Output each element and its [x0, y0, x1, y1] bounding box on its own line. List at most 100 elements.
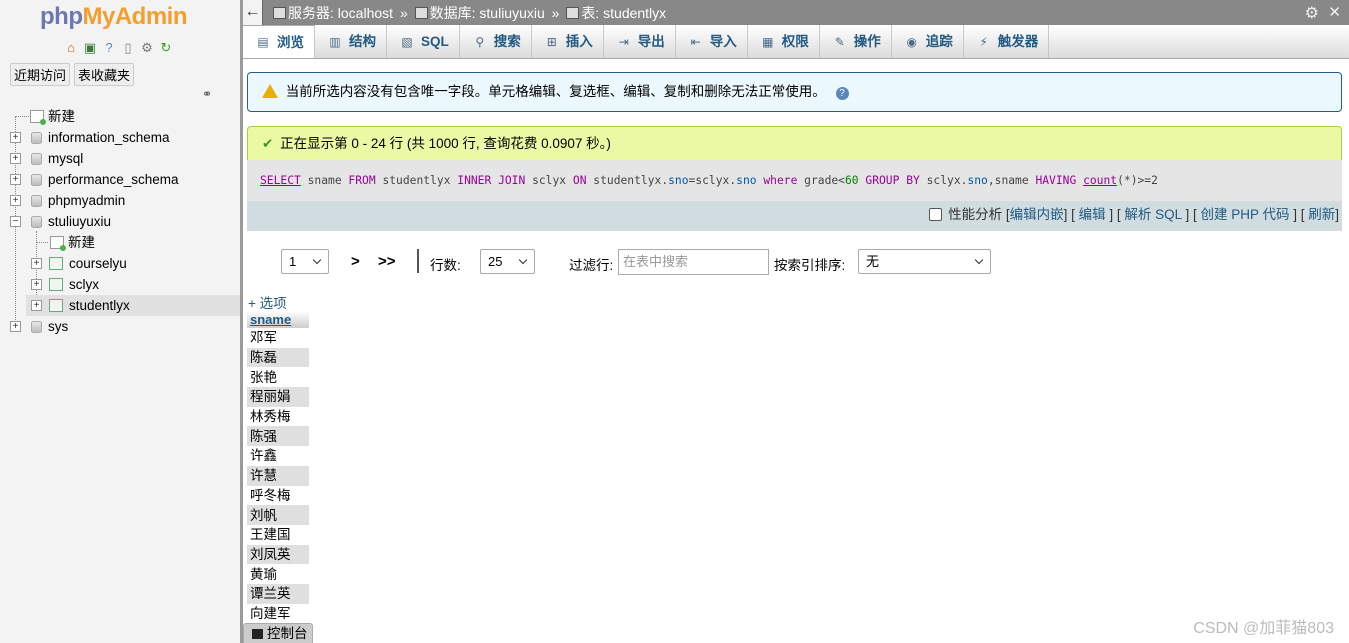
expand-icon[interactable]: +	[10, 321, 21, 332]
link-with-main-icon[interactable]: ⚭	[202, 87, 212, 101]
table-cell[interactable]: 黄瑜	[247, 564, 309, 584]
help-icon[interactable]: ?	[101, 40, 117, 56]
collapse-icon[interactable]: −	[10, 216, 21, 227]
tree-item-mysql[interactable]: + mysql	[0, 148, 240, 169]
table-row: 向建军	[247, 603, 309, 624]
column-header-sname[interactable]: sname	[247, 311, 309, 328]
table-cell[interactable]: 邓军	[247, 328, 309, 348]
tree-item-phpmyadmin[interactable]: + phpmyadmin	[0, 190, 240, 211]
table-cell[interactable]: 陈磊	[247, 347, 309, 368]
sql-query-display[interactable]: SELECT sname FROM studentlyx INNER JOIN …	[247, 160, 1342, 201]
table-icon	[49, 278, 63, 291]
create-php-code-link[interactable]: 创建 PHP 代码	[1200, 207, 1289, 222]
help-icon[interactable]: ?	[835, 87, 849, 100]
expand-icon[interactable]: +	[10, 195, 21, 206]
table-cell[interactable]: 呼冬梅	[247, 485, 309, 506]
tab-structure[interactable]: ▥ 结构	[315, 25, 387, 58]
database-icon	[31, 174, 42, 186]
tree-item-performance-schema[interactable]: + performance_schema	[0, 169, 240, 190]
edit-inline-link[interactable]: 编辑内嵌	[1010, 207, 1064, 222]
browse-icon: ▤	[257, 35, 269, 49]
database-icon	[31, 132, 42, 144]
success-message: ✔ 正在显示第 0 - 24 行 (共 1000 行, 查询花费 0.0907 …	[247, 126, 1342, 160]
table-cell[interactable]: 林秀梅	[247, 406, 309, 427]
expand-icon[interactable]: +	[10, 174, 21, 185]
tab-export[interactable]: ⇥ 导出	[604, 25, 676, 58]
table-cell[interactable]: 许慧	[247, 465, 309, 486]
sql-links-bar: 性能分析 [编辑内嵌] [ 编辑 ] [ 解析 SQL ] [ 创建 PHP 代…	[247, 201, 1342, 231]
last-page-button[interactable]: >>	[378, 253, 396, 270]
nav-icon-bar: ⌂ ▣ ? ▯ ⚙ ↻	[63, 40, 174, 56]
expand-icon[interactable]: +	[10, 153, 21, 164]
settings-gear-icon[interactable]: ⚙	[1305, 3, 1319, 23]
database-icon	[414, 7, 428, 19]
table-cell[interactable]: 陈强	[247, 426, 309, 447]
tab-insert[interactable]: ⊞ 插入	[532, 25, 604, 58]
phpmyadmin-logo[interactable]: phpMyAdmin	[40, 3, 187, 31]
tab-sql[interactable]: ▧ SQL	[387, 25, 460, 58]
tree-item-new-table[interactable]: 新建	[0, 232, 240, 253]
profiling-checkbox[interactable]	[929, 208, 943, 221]
tab-search[interactable]: ⚲ 搜索	[460, 25, 532, 58]
edit-link[interactable]: 编辑	[1079, 207, 1106, 222]
options-link[interactable]: + 选项	[248, 292, 287, 312]
results-table: sname 邓军 陈磊 张艳 程丽娟 林秀梅 陈强 许鑫 许慧 呼冬梅 刘帆 王…	[247, 311, 309, 624]
breadcrumb-server[interactable]: 服务器: localhost	[288, 5, 393, 21]
tab-operations[interactable]: ✎ 操作	[820, 25, 892, 58]
table-cell[interactable]: 张艳	[247, 367, 309, 388]
tree-item-stuliuyuxiu[interactable]: − stuliuyuxiu	[0, 211, 240, 232]
explain-sql-link[interactable]: 解析 SQL	[1124, 207, 1181, 222]
table-cell[interactable]: 程丽娟	[247, 387, 309, 407]
expand-icon[interactable]: +	[31, 300, 42, 311]
settings-gear-icon[interactable]: ⚙	[139, 40, 155, 56]
tab-privileges[interactable]: ▦ 权限	[748, 25, 820, 58]
reload-icon[interactable]: ↻	[158, 40, 174, 56]
table-row: 呼冬梅	[247, 485, 309, 506]
tab-browse[interactable]: ▤ 浏览	[243, 25, 315, 58]
tree-item-studentlyx[interactable]: + studentlyx	[26, 295, 240, 316]
checkmark-icon: ✔	[262, 136, 274, 151]
tree-item-information-schema[interactable]: + information_schema	[0, 127, 240, 148]
page-select[interactable]: 1	[281, 249, 329, 274]
close-icon[interactable]: ✕	[1328, 3, 1341, 21]
favorites-tab[interactable]: 表收藏夹	[74, 63, 135, 86]
table-cell[interactable]: 谭兰英	[247, 583, 309, 604]
rows-select[interactable]: 25	[480, 249, 535, 274]
table-row: 许鑫	[247, 446, 309, 466]
sort-by-key-select[interactable]: 无	[858, 249, 991, 274]
breadcrumb-table[interactable]: 表: studentlyx	[581, 5, 666, 21]
tab-tracking[interactable]: ◉ 追踪	[892, 25, 964, 58]
table-cell[interactable]: 王建国	[247, 524, 309, 545]
filter-rows-input[interactable]: 在表中搜索	[618, 249, 769, 275]
nav-resizer[interactable]	[240, 0, 243, 643]
expand-icon[interactable]: +	[31, 258, 42, 269]
home-icon[interactable]: ⌂	[63, 40, 79, 56]
table-row: 刘凤英	[247, 544, 309, 565]
table-cell[interactable]: 刘帆	[247, 505, 309, 525]
logout-icon[interactable]: ▣	[82, 40, 98, 56]
collapse-nav-button[interactable]: ←	[243, 0, 263, 25]
search-icon: ⚲	[475, 34, 485, 49]
table-row: 张艳	[247, 367, 309, 388]
next-page-button[interactable]: >	[351, 253, 360, 270]
console-toggle[interactable]: 控制台	[243, 623, 313, 643]
tree-item-sys[interactable]: + sys	[0, 316, 240, 337]
tree-item-new-db[interactable]: 新建	[0, 106, 240, 127]
tab-import[interactable]: ⇤ 导入	[676, 25, 748, 58]
database-icon	[31, 216, 42, 228]
refresh-link[interactable]: 刷新	[1308, 207, 1335, 222]
docs-icon[interactable]: ▯	[120, 40, 136, 56]
tracking-icon: ◉	[906, 34, 917, 49]
table-cell[interactable]: 刘凤英	[247, 544, 309, 565]
recent-tab[interactable]: 近期访问	[10, 63, 71, 86]
expand-icon[interactable]: +	[10, 132, 21, 143]
tab-triggers[interactable]: ⚡ 触发器	[964, 25, 1050, 58]
table-cell[interactable]: 许鑫	[247, 446, 309, 466]
breadcrumb-database[interactable]: 数据库: stuliuyuxiu	[430, 5, 545, 21]
table-cell[interactable]: 向建军	[247, 603, 309, 624]
tree-item-courselyu[interactable]: + courselyu	[0, 253, 240, 274]
tree-item-sclyx[interactable]: + sclyx	[0, 274, 240, 295]
expand-icon[interactable]: +	[31, 279, 42, 290]
table-row: 林秀梅	[247, 406, 309, 427]
sql-icon: ▧	[401, 34, 413, 49]
